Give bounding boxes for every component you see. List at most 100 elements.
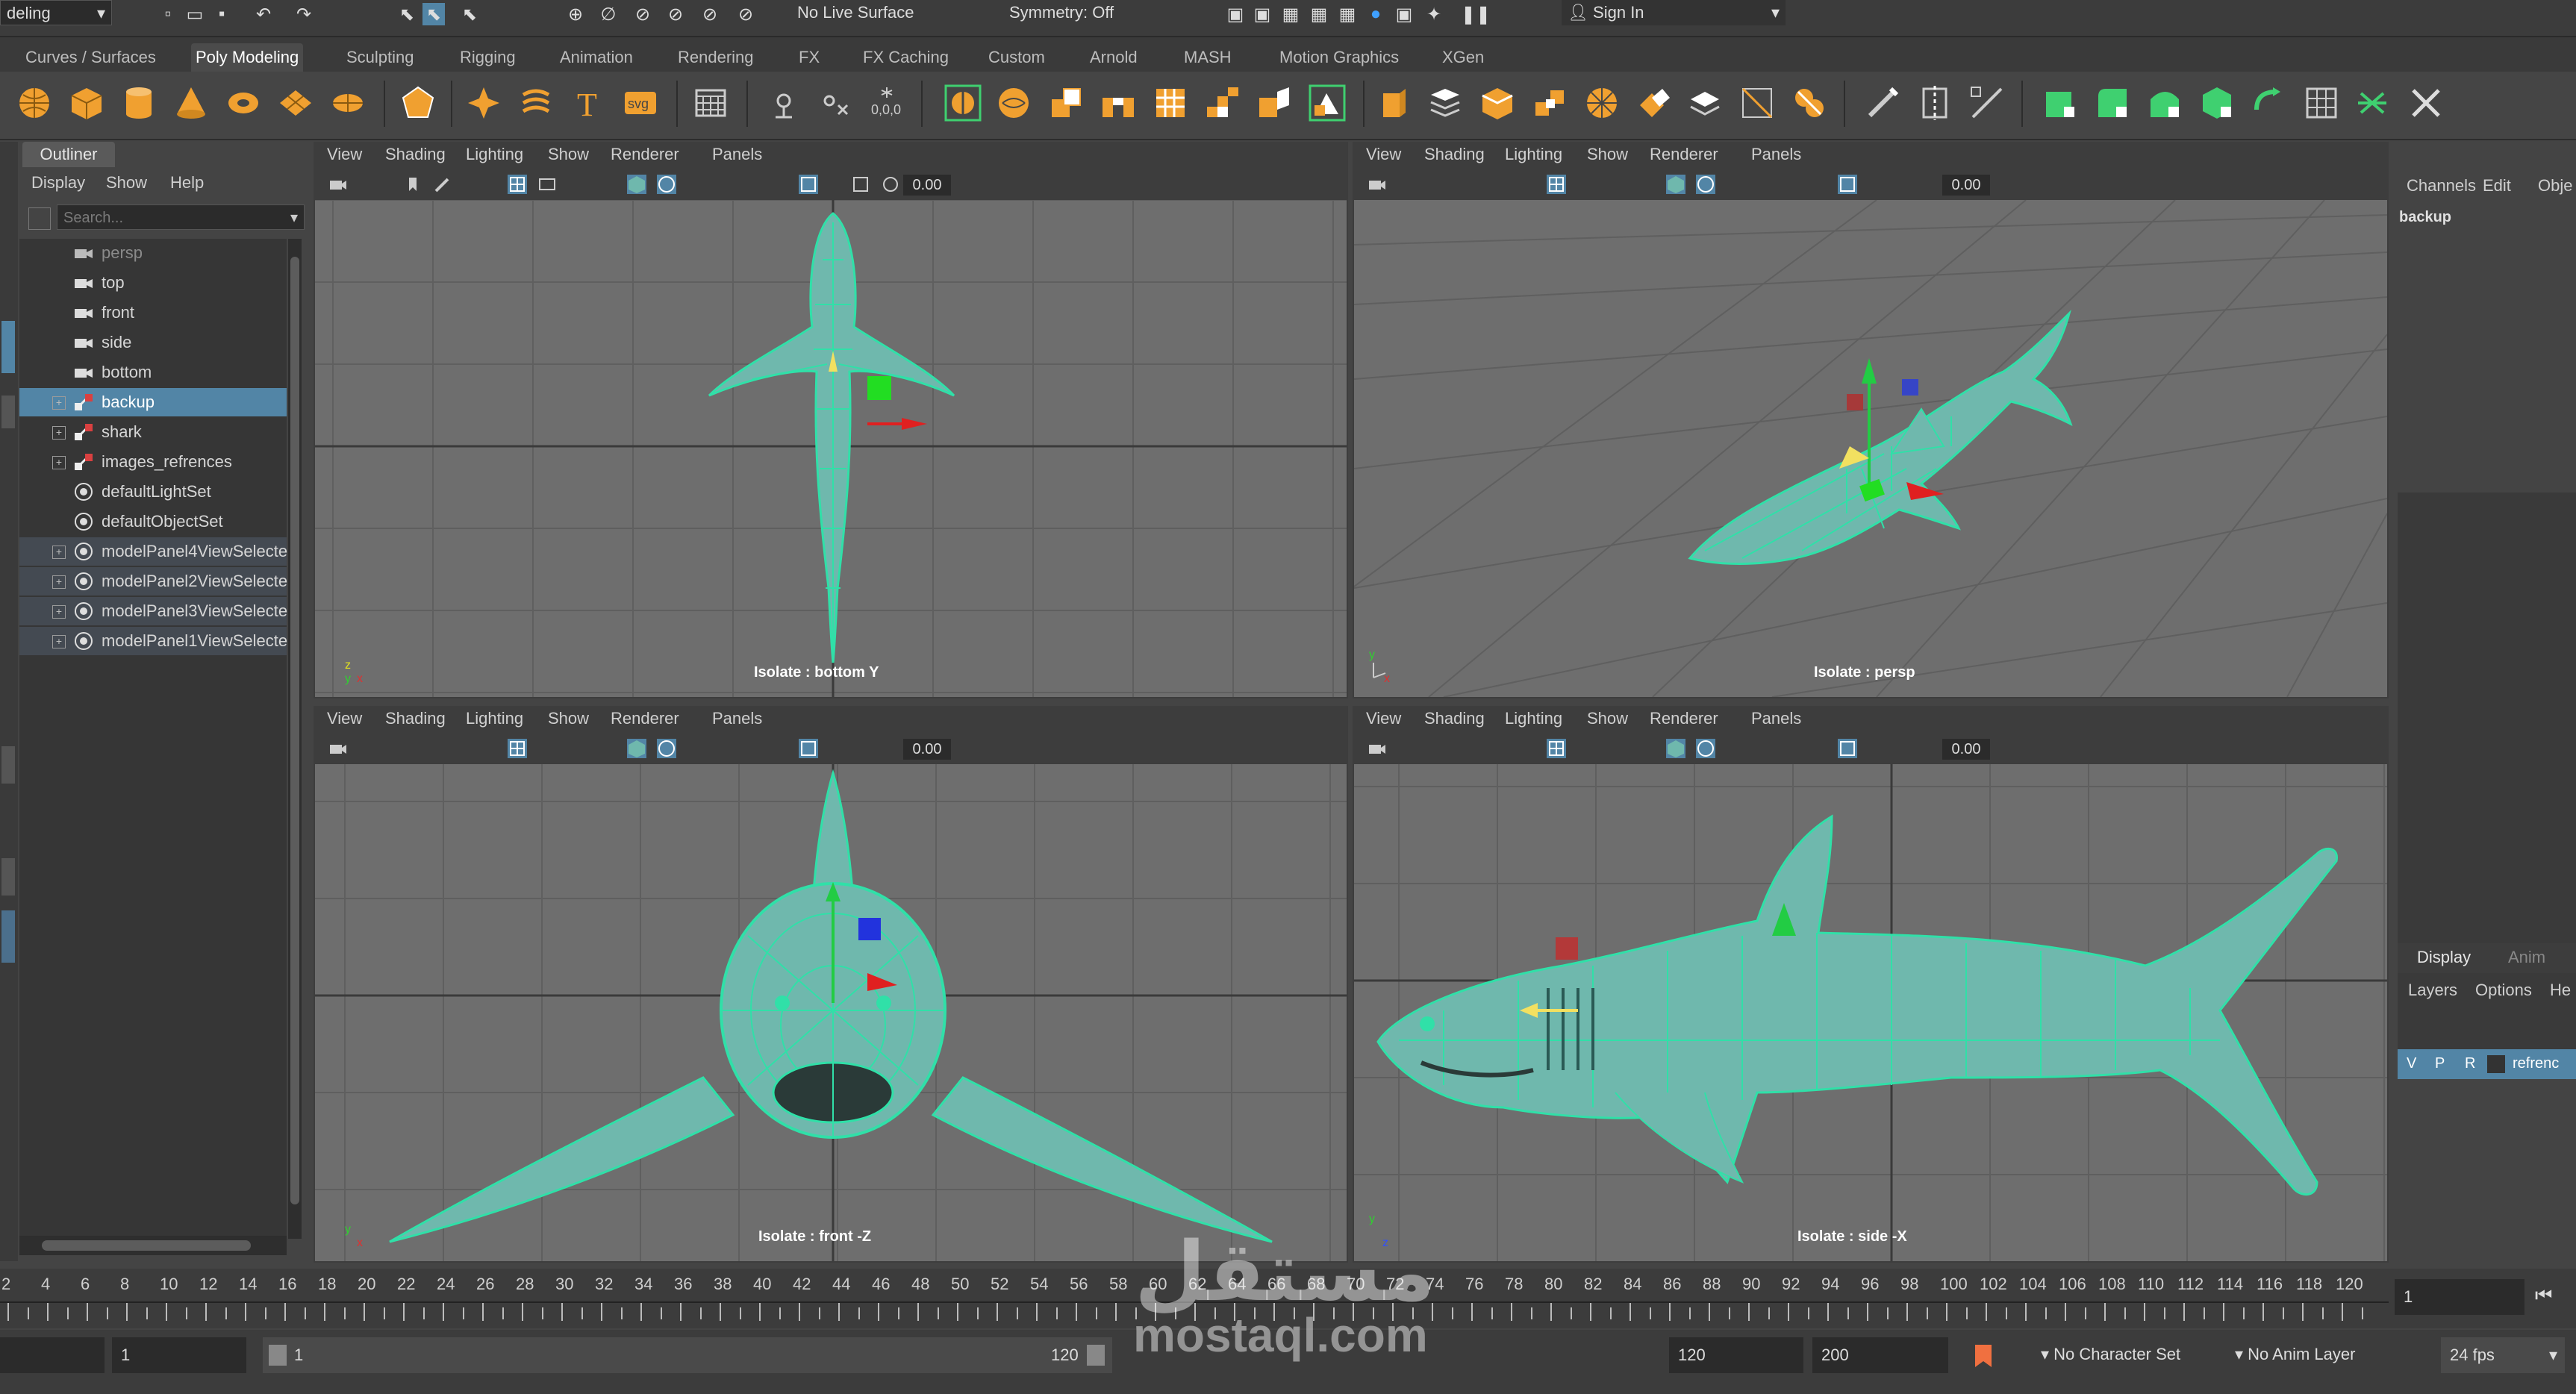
outliner-horizontal-scrollbar[interactable] — [19, 1236, 287, 1255]
layer-playback-toggle[interactable]: P — [2435, 1055, 2445, 1072]
isolate-select-icon[interactable] — [799, 175, 818, 194]
relax-icon[interactable] — [2092, 82, 2133, 124]
mirror-icon[interactable] — [942, 82, 984, 124]
menu-view[interactable]: View — [1366, 709, 1401, 728]
tab-fx[interactable]: FX — [794, 43, 824, 72]
exposure-field[interactable]: 0.00 — [903, 175, 951, 196]
menu-renderer[interactable]: Renderer — [611, 145, 679, 164]
svg-tool-icon[interactable]: svg — [620, 82, 661, 124]
range-end-handle[interactable] — [1087, 1345, 1105, 1366]
toolbox-active-indicator[interactable] — [1, 321, 15, 373]
tab-poly-modeling[interactable]: Poly Modeling — [191, 43, 304, 72]
layer-menu-layers[interactable]: Layers — [2408, 981, 2457, 1000]
cut-faces-icon[interactable] — [1914, 82, 1956, 124]
outliner-item-shark[interactable]: + shark — [19, 418, 287, 446]
poly-cube-icon[interactable] — [66, 82, 107, 124]
layer-menu-options[interactable]: Options — [2475, 981, 2532, 1000]
wireframe-box-icon[interactable] — [1736, 82, 1778, 124]
outliner-item-default-light-set[interactable]: defaultLightSet — [19, 478, 287, 506]
poly-cone-icon[interactable] — [170, 82, 212, 124]
toolbox-button[interactable] — [1, 396, 15, 428]
toolbox-button[interactable] — [1, 858, 15, 896]
character-set-dropdown[interactable]: ▾ No Character Set — [2041, 1345, 2180, 1364]
sign-in-button[interactable]: 👤︎ Sign In ▾ — [1562, 0, 1786, 25]
quad-draw-icon[interactable] — [2039, 82, 2081, 124]
platonic-solid-icon[interactable] — [397, 82, 439, 124]
outliner-menu-help[interactable]: Help — [170, 173, 204, 193]
layer-visible-toggle[interactable]: V — [2407, 1055, 2416, 1072]
layer-menu-help[interactable]: He — [2550, 981, 2571, 1000]
outliner-item-model-panel2[interactable]: + modelPanel2ViewSelecte — [19, 567, 287, 596]
poly-cylinder-icon[interactable] — [118, 82, 160, 124]
smooth-icon[interactable] — [993, 82, 1035, 124]
fill-hole-icon[interactable] — [1150, 82, 1191, 124]
circularize-icon[interactable] — [1684, 82, 1726, 124]
menu-show[interactable]: Show — [1587, 709, 1628, 728]
menu-panels[interactable]: Panels — [712, 709, 762, 728]
camera-select-icon[interactable] — [328, 175, 348, 194]
light-editor-icon[interactable]: ✦ — [1423, 3, 1445, 25]
outliner-item-backup[interactable]: + backup — [19, 388, 287, 416]
snap-curve-icon[interactable]: ∅ — [597, 3, 620, 25]
tab-rendering[interactable]: Rendering — [673, 43, 758, 72]
grid-toggle-icon[interactable] — [1547, 175, 1566, 194]
outliner-item-bottom[interactable]: bottom — [19, 358, 287, 387]
tab-display[interactable]: Display — [2417, 948, 2471, 967]
outliner-item-front[interactable]: front — [19, 299, 287, 327]
delete-edge-icon[interactable] — [2405, 82, 2447, 124]
current-frame-field[interactable]: 1 — [2395, 1279, 2524, 1315]
bevel-icon[interactable] — [1424, 82, 1466, 124]
freeze-transform-icon[interactable]: 0,0,0 — [866, 82, 908, 124]
wireframe-on-shaded-icon[interactable] — [657, 175, 676, 194]
menu-set-dropdown[interactable]: deling ▾ — [0, 0, 112, 25]
exposure-icon[interactable] — [881, 175, 900, 194]
snap-grid-icon[interactable]: ⊕ — [564, 3, 587, 25]
pause-icon[interactable]: ❚❚ — [1461, 3, 1491, 25]
time-slider[interactable]: 2 4 6 8 10 12 14 16 18 20 22 24 26 28 30 32 34 36 38 40 42 44… — [0, 1269, 2389, 1328]
snap-view-icon[interactable]: ⊘ — [664, 3, 687, 25]
tab-arnold[interactable]: Arnold — [1085, 43, 1142, 72]
menu-shading[interactable]: Shading — [1424, 145, 1485, 164]
extrude-icon[interactable] — [1373, 82, 1415, 124]
channel-menu-object[interactable]: Obje — [2538, 176, 2572, 196]
render-settings-icon[interactable]: ▦ — [1279, 3, 1302, 25]
grid-toggle-icon[interactable] — [508, 739, 527, 758]
poly-disc-icon[interactable] — [327, 82, 369, 124]
snap-surface-icon[interactable]: ⊘ — [699, 3, 721, 25]
redo-icon[interactable]: ↷ — [293, 3, 315, 25]
outliner-item-default-object-set[interactable]: defaultObjectSet — [19, 507, 287, 536]
tab-sculpting[interactable]: Sculpting — [342, 43, 419, 72]
snap-vertex-icon[interactable]: ⊘ — [735, 3, 757, 25]
outliner-item-model-panel4[interactable]: + modelPanel4ViewSelecte — [19, 537, 287, 566]
outliner-item-images-refrences[interactable]: + images_refrences — [19, 448, 287, 476]
scroll-thumb[interactable] — [290, 257, 299, 1204]
wireframe-on-shaded-icon[interactable] — [657, 739, 676, 758]
merge-icon[interactable] — [1788, 82, 1830, 124]
arnold-render-icon[interactable]: ● — [1365, 3, 1387, 25]
menu-panels[interactable]: Panels — [1751, 145, 1801, 164]
menu-renderer[interactable]: Renderer — [611, 709, 679, 728]
channel-menu-edit[interactable]: Edit — [2483, 176, 2511, 196]
viewport-bottom[interactable]: z y x Isolate : bottom Y — [315, 200, 1347, 697]
brush-icon[interactable] — [1862, 82, 1903, 124]
layer-reference-toggle[interactable]: R — [2465, 1055, 2475, 1072]
isolate-select-icon[interactable] — [799, 739, 818, 758]
wireframe-on-shaded-icon[interactable] — [1696, 175, 1715, 194]
undo-icon[interactable]: ↶ — [252, 3, 275, 25]
range-slider[interactable]: 1 120 — [263, 1337, 1112, 1373]
camera-select-icon[interactable] — [1367, 739, 1387, 758]
extract-icon[interactable] — [1045, 82, 1087, 124]
menu-panels[interactable]: Panels — [712, 145, 762, 164]
tab-rigging[interactable]: Rigging — [455, 43, 520, 72]
menu-lighting[interactable]: Lighting — [1505, 145, 1562, 164]
multi-cut-icon[interactable] — [1254, 82, 1296, 124]
xray-icon[interactable] — [851, 175, 870, 194]
select-tool-icon[interactable]: ⬉ — [396, 3, 418, 25]
type-tool-icon[interactable]: T — [567, 82, 609, 124]
outliner-menu-show[interactable]: Show — [106, 173, 147, 193]
auto-key-icon[interactable] — [1971, 1342, 1996, 1370]
menu-lighting[interactable]: Lighting — [466, 709, 523, 728]
tab-curves-surfaces[interactable]: Curves / Surfaces — [21, 43, 160, 72]
snap-point-icon[interactable]: ⊘ — [631, 3, 654, 25]
menu-renderer[interactable]: Renderer — [1650, 145, 1718, 164]
